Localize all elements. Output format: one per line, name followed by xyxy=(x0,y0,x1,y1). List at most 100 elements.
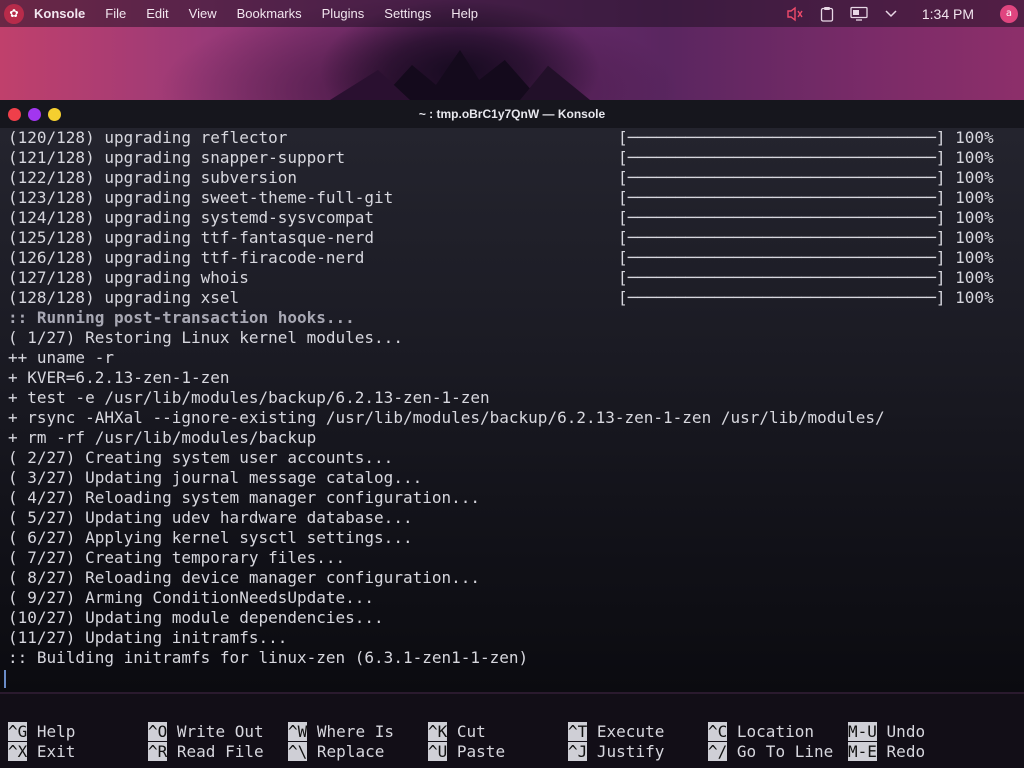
progress-percent: 100% xyxy=(955,288,994,307)
terminal-line: (10/27) Updating module dependencies... xyxy=(8,608,384,627)
terminal-line: ( 7/27) Creating temporary files... xyxy=(8,548,346,567)
maximize-button[interactable] xyxy=(48,108,61,121)
shortcut-item[interactable]: ^R Read File xyxy=(148,742,264,762)
menu-edit[interactable]: Edit xyxy=(146,6,168,21)
upgrade-line: (124/128) upgrading systemd-sysvcompat xyxy=(8,208,375,227)
shortcut-key: ^/ xyxy=(708,742,728,761)
terminal-line: (11/27) Updating initramfs... xyxy=(8,628,288,647)
app-logo-icon[interactable]: ✿ xyxy=(4,3,24,24)
clock[interactable]: 1:34 PM xyxy=(922,6,974,22)
shortcut-key: ^T xyxy=(568,722,588,741)
shortcut-label: Justify xyxy=(596,742,665,761)
top-panel: ✿ Konsole File Edit View Bookmarks Plugi… xyxy=(0,0,1024,27)
terminal-line: :: Building initramfs for linux-zen (6.3… xyxy=(8,648,529,667)
progress-percent: 100% xyxy=(955,148,994,167)
menu-view[interactable]: View xyxy=(189,6,217,21)
shortcut-item[interactable]: ^T Execute xyxy=(568,722,664,742)
progress-bar: [────────────────────────────────] 100% xyxy=(618,228,994,248)
shortcut-item[interactable]: ^C Location xyxy=(708,722,814,742)
shortcut-item[interactable]: ^K Cut xyxy=(428,722,486,742)
upgrade-line: (122/128) upgrading subversion xyxy=(8,168,297,187)
wallpaper-shard xyxy=(380,50,540,100)
progress-percent: 100% xyxy=(955,268,994,287)
shortcut-item[interactable]: ^U Paste xyxy=(428,742,505,762)
progress-bar-track: [────────────────────────────────] xyxy=(618,208,956,227)
clipboard-icon[interactable] xyxy=(818,5,836,23)
progress-bar-track: [────────────────────────────────] xyxy=(618,288,956,307)
shortcut-item[interactable]: ^W Where Is xyxy=(288,722,394,742)
menu-plugins[interactable]: Plugins xyxy=(322,6,365,21)
progress-bar: [────────────────────────────────] 100% xyxy=(618,168,994,188)
progress-bar: [────────────────────────────────] 100% xyxy=(618,128,994,148)
menu-settings[interactable]: Settings xyxy=(384,6,431,21)
window-title: ~ : tmp.oBrC1y7QnW — Konsole xyxy=(418,107,606,121)
wallpaper-shard xyxy=(520,65,590,100)
shortcut-key: ^X xyxy=(8,742,28,761)
network-icon[interactable] xyxy=(850,5,868,23)
upgrade-line: (125/128) upgrading ttf-fantasque-nerd xyxy=(8,228,375,247)
close-button[interactable] xyxy=(8,108,21,121)
shortcut-item[interactable]: ^G Help xyxy=(8,722,75,742)
shortcut-key: ^K xyxy=(428,722,448,741)
upgrade-line: (121/128) upgrading snapper-support xyxy=(8,148,346,167)
terminal-line: ( 4/27) Reloading system manager configu… xyxy=(8,488,481,507)
shortcut-label: Cut xyxy=(456,722,486,741)
shortcut-label: Help xyxy=(36,722,76,741)
shortcut-label: Read File xyxy=(176,742,264,761)
terminal-line: ( 9/27) Arming ConditionNeedsUpdate... xyxy=(8,588,375,607)
upgrade-line: (126/128) upgrading ttf-firacode-nerd xyxy=(8,248,365,267)
menu-bookmarks[interactable]: Bookmarks xyxy=(237,6,302,21)
shortcut-label: Location xyxy=(736,722,814,741)
upgrade-line: (123/128) upgrading sweet-theme-full-git xyxy=(8,188,394,207)
shortcut-key: ^\ xyxy=(288,742,308,761)
shortcut-item[interactable]: ^\ Replace xyxy=(288,742,384,762)
shortcut-label: Write Out xyxy=(176,722,264,741)
progress-percent: 100% xyxy=(955,128,994,147)
terminal-line: ( 1/27) Restoring Linux kernel modules..… xyxy=(8,328,403,347)
progress-bar: [────────────────────────────────] 100% xyxy=(618,248,994,268)
progress-bar: [────────────────────────────────] 100% xyxy=(618,148,994,168)
menu-help[interactable]: Help xyxy=(451,6,478,21)
shortcut-label: Where Is xyxy=(316,722,394,741)
menu-file[interactable]: File xyxy=(105,6,126,21)
shortcut-key: ^U xyxy=(428,742,448,761)
terminal-line: ( 6/27) Applying kernel sysctl settings.… xyxy=(8,528,413,547)
shortcut-key: M-U xyxy=(848,722,877,741)
progress-bar-track: [────────────────────────────────] xyxy=(618,188,956,207)
progress-bar-track: [────────────────────────────────] xyxy=(618,148,956,167)
shortcut-label: Execute xyxy=(596,722,665,741)
progress-bar-track: [────────────────────────────────] xyxy=(618,228,956,247)
progress-bar-track: [────────────────────────────────] xyxy=(618,248,956,267)
shortcut-item[interactable]: ^O Write Out xyxy=(148,722,264,742)
terminal-line: + rm -rf /usr/lib/modules/backup xyxy=(8,428,317,447)
window-titlebar[interactable]: ~ : tmp.oBrC1y7QnW — Konsole xyxy=(0,100,1024,128)
chevron-down-icon[interactable] xyxy=(882,5,900,23)
minimize-button[interactable] xyxy=(28,108,41,121)
shortcut-key: ^J xyxy=(568,742,588,761)
shortcut-item[interactable]: ^/ Go To Line xyxy=(708,742,833,762)
shortcut-item[interactable]: ^J Justify xyxy=(568,742,664,762)
progress-percent: 100% xyxy=(955,188,994,207)
shortcut-key: M-E xyxy=(848,742,877,761)
progress-bar: [────────────────────────────────] 100% xyxy=(618,188,994,208)
volume-muted-icon[interactable] xyxy=(786,5,804,23)
shortcut-label: Undo xyxy=(886,722,926,741)
progress-bar-track: [────────────────────────────────] xyxy=(618,268,956,287)
user-avatar[interactable]: a xyxy=(1000,4,1018,23)
progress-percent: 100% xyxy=(955,168,994,187)
terminal-output[interactable]: (120/128) upgrading reflector [──────────… xyxy=(0,128,1024,692)
progress-bar: [────────────────────────────────] 100% xyxy=(618,268,994,288)
terminal-line: ( 8/27) Reloading device manager configu… xyxy=(8,568,481,587)
upgrade-line: (120/128) upgrading reflector xyxy=(8,128,288,147)
progress-bar-track: [────────────────────────────────] xyxy=(618,168,956,187)
shortcut-key: ^W xyxy=(288,722,308,741)
shortcut-item[interactable]: M-U Undo xyxy=(848,722,925,742)
app-name[interactable]: Konsole xyxy=(34,6,85,21)
progress-bar: [────────────────────────────────] 100% xyxy=(618,208,994,228)
shortcut-key: ^G xyxy=(8,722,28,741)
shortcut-item[interactable]: ^X Exit xyxy=(8,742,75,762)
shortcut-item[interactable]: M-E Redo xyxy=(848,742,925,762)
terminal-line: ( 3/27) Updating journal message catalog… xyxy=(8,468,423,487)
terminal-line: ( 2/27) Creating system user accounts... xyxy=(8,448,394,467)
progress-percent: 100% xyxy=(955,228,994,247)
